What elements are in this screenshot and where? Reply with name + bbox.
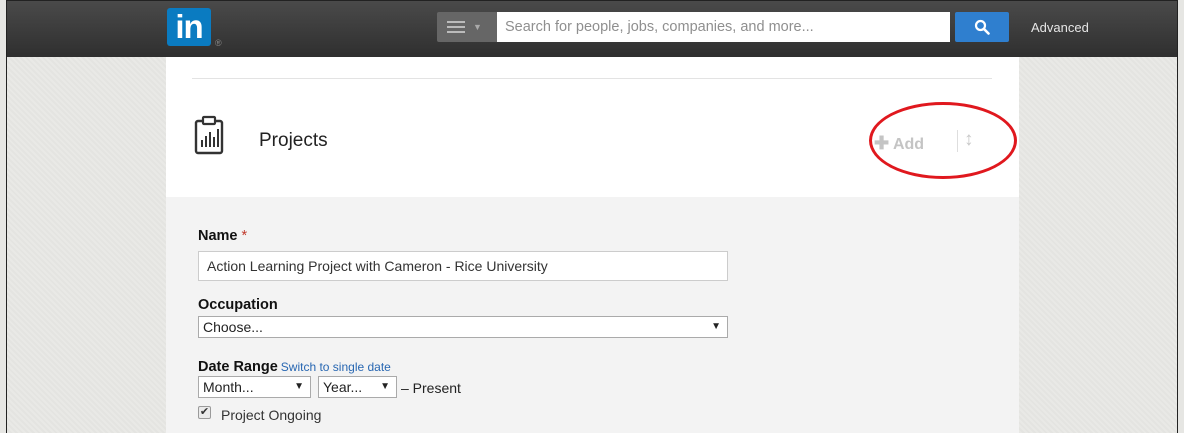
search-button[interactable] [955,12,1009,42]
advanced-search-link[interactable]: Advanced [1031,20,1089,35]
present-text: – Present [401,380,461,396]
occupation-label: Occupation [198,297,278,313]
top-navigation-bar: in ® ▼ Advanced [7,1,1177,57]
registered-mark: ® [215,38,222,48]
month-selected-value: Month... [203,379,254,395]
dropdown-arrow-icon: ▼ [294,381,304,392]
occupation-select[interactable]: Choose... ▼ [198,316,728,338]
chevron-down-icon: ▼ [473,22,482,32]
switch-to-single-date-link[interactable]: Switch to single date [281,360,391,374]
project-ongoing-checkbox[interactable]: ✔ [198,406,211,419]
search-input[interactable] [497,12,950,42]
date-range-label: Date Range Switch to single date [198,359,391,375]
divider [192,78,992,79]
clipboard-chart-icon [194,115,224,155]
browser-frame: in ® ▼ Advanced [6,0,1178,433]
dropdown-arrow-icon: ▼ [711,321,721,332]
start-year-select[interactable]: Year... ▼ [318,376,397,398]
start-month-select[interactable]: Month... ▼ [198,376,311,398]
project-name-field[interactable] [198,251,728,281]
required-marker: * [241,228,248,244]
red-circle-annotation [869,102,1017,179]
linkedin-logo[interactable]: in [167,8,211,46]
dropdown-arrow-icon: ▼ [380,381,390,392]
name-label: Name * [198,228,248,244]
project-ongoing-label[interactable]: Project Ongoing [221,407,321,423]
year-selected-value: Year... [323,379,363,395]
search-category-menu-button[interactable]: ▼ [437,12,497,42]
section-title: Projects [259,130,328,151]
hamburger-icon [447,21,465,33]
occupation-selected-value: Choose... [203,319,263,335]
search-icon [974,19,990,35]
